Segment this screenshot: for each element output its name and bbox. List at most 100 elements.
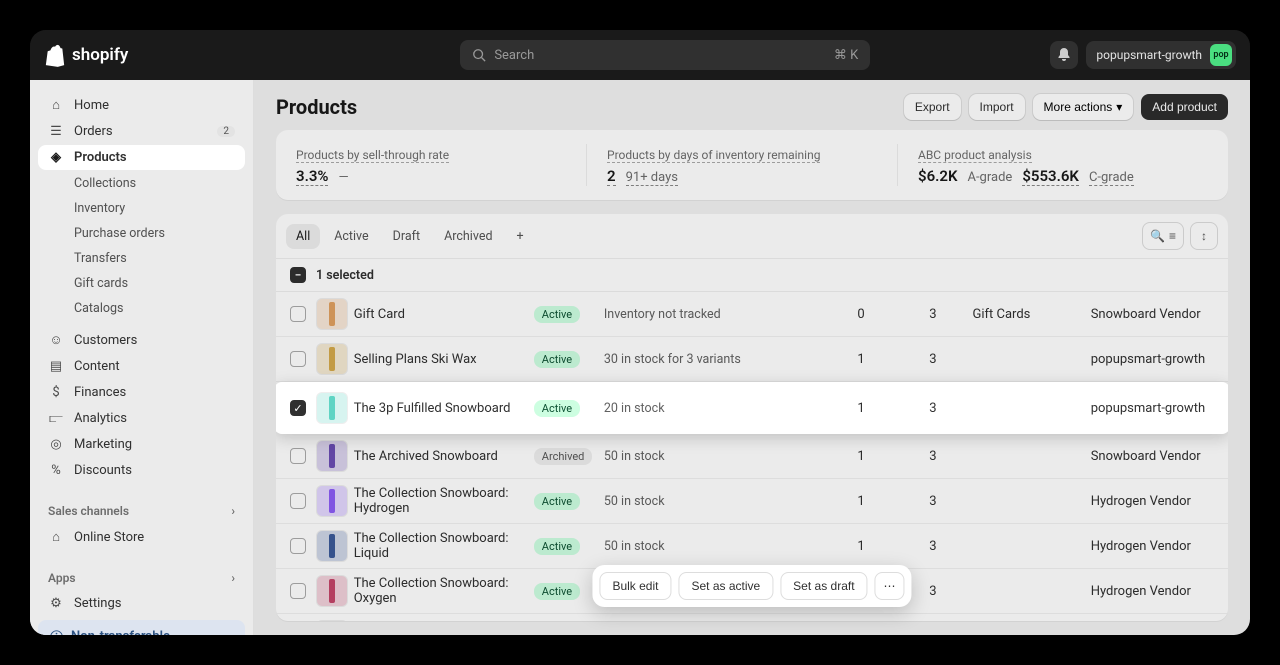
home-icon: ⌂ xyxy=(48,97,64,113)
product-thumb xyxy=(316,298,348,330)
section-label: Sales channels xyxy=(48,504,129,518)
status-badge: Active xyxy=(534,538,580,555)
export-button[interactable]: Export xyxy=(904,94,961,120)
nontransferable-banner[interactable]: ⓘNon-transferable xyxy=(38,620,245,635)
store-icon: ⌂ xyxy=(48,529,64,545)
sidebar-item-customers[interactable]: ☺Customers xyxy=(38,327,245,353)
metric-label: Products by days of inventory remaining xyxy=(607,148,820,163)
search-bar[interactable]: Search ⌘ K xyxy=(460,40,870,70)
col-vendor: Hydrogen Vendor xyxy=(1061,584,1214,599)
sidebar-item-products[interactable]: ◈ Products xyxy=(38,145,245,170)
set-active-button[interactable]: Set as active xyxy=(678,572,773,600)
metric-label: Products by sell-through rate xyxy=(296,148,449,163)
notifications-button[interactable] xyxy=(1050,41,1078,69)
col-vendor: popupsmart-growth xyxy=(1061,401,1214,416)
col-count: 3 xyxy=(871,401,937,416)
product-thumb xyxy=(316,530,348,562)
sidebar-item-discounts[interactable]: %Discounts xyxy=(38,458,245,483)
chevron-right-icon: › xyxy=(231,504,235,518)
sidebar-sub-transfers[interactable]: Transfers xyxy=(38,246,245,271)
tab-all[interactable]: All xyxy=(286,224,320,249)
sidebar-sub-inventory[interactable]: Inventory xyxy=(38,196,245,221)
filter-icon: ≡ xyxy=(1169,229,1176,243)
marketing-icon: ◎ xyxy=(48,437,64,452)
col-vendor: Snowboard Vendor xyxy=(1061,307,1214,322)
table-row[interactable]: Selling Plans Ski Wax Active 30 in stock… xyxy=(276,337,1228,382)
sidebar-item-finances[interactable]: $Finances xyxy=(38,380,245,405)
more-actions-button[interactable]: More actions▾ xyxy=(1033,94,1134,120)
chevron-right-icon: › xyxy=(231,571,235,585)
content-icon: ▤ xyxy=(48,359,64,374)
bulk-more-button[interactable]: ⋯ xyxy=(875,572,905,600)
sidebar-section-sales[interactable]: Sales channels › xyxy=(38,498,245,524)
search-icon: 🔍 xyxy=(1150,229,1165,243)
product-name: The 3p Fulfilled Snowboard xyxy=(354,401,528,416)
tab-draft[interactable]: Draft xyxy=(383,224,430,249)
tab-add[interactable]: + xyxy=(507,224,531,249)
add-product-button[interactable]: Add product xyxy=(1141,94,1228,120)
sidebar-item-orders[interactable]: ☰ Orders 2 xyxy=(38,119,245,144)
sidebar-sub-catalogs[interactable]: Catalogs xyxy=(38,296,245,321)
col-vendor: Hydrogen Vendor xyxy=(1061,539,1214,554)
inventory-text: Inventory not tracked xyxy=(604,307,793,322)
products-table: All Active Draft Archived + 🔍≡ ↕ − 1 sel… xyxy=(276,214,1228,621)
sidebar-label: Finances xyxy=(74,385,126,400)
table-row[interactable]: Gift Card Active Inventory not tracked 0… xyxy=(276,292,1228,337)
product-name: The Collection Snowboard: Oxygen xyxy=(354,576,528,606)
col-variants: 1 xyxy=(799,352,865,367)
table-row[interactable]: The Collection Snowboard: Hydrogen Activ… xyxy=(276,479,1228,524)
more-label: More actions xyxy=(1044,100,1113,114)
metric-sub: 91+ days xyxy=(626,170,678,186)
row-checkbox[interactable] xyxy=(290,306,306,322)
sidebar-sub-purchase[interactable]: Purchase orders xyxy=(38,221,245,246)
bulk-edit-button[interactable]: Bulk edit xyxy=(599,572,671,600)
metric-inventory-days[interactable]: Products by days of inventory remaining … xyxy=(587,144,898,186)
row-checkbox[interactable]: ✓ xyxy=(290,400,306,416)
sidebar-item-content[interactable]: ▤Content xyxy=(38,354,245,379)
product-name: The Archived Snowboard xyxy=(354,449,528,464)
sidebar-sub-giftcards[interactable]: Gift cards xyxy=(38,271,245,296)
sidebar-section-apps[interactable]: Apps› xyxy=(38,565,245,591)
sidebar-item-home[interactable]: ⌂ Home xyxy=(38,92,245,118)
sidebar-item-analytics[interactable]: ⫍Analytics xyxy=(38,406,245,431)
import-button[interactable]: Import xyxy=(969,94,1025,120)
col-count: 3 xyxy=(871,307,937,322)
table-row[interactable]: The Collection Snowboard: Liquid Active … xyxy=(276,524,1228,569)
row-checkbox[interactable] xyxy=(290,351,306,367)
selection-row: − 1 selected xyxy=(276,259,1228,292)
tabs-row: All Active Draft Archived + 🔍≡ ↕ xyxy=(276,214,1228,259)
orders-icon: ☰ xyxy=(48,124,64,139)
col-count: 3 xyxy=(871,494,937,509)
table-row[interactable]: The Archived Snowboard Archived 50 in st… xyxy=(276,434,1228,479)
sidebar-label: Products xyxy=(74,150,127,165)
status-badge: Active xyxy=(534,583,580,600)
row-checkbox[interactable] xyxy=(290,538,306,554)
metric-abc[interactable]: ABC product analysis $6.2KA-grade $553.6… xyxy=(898,144,1208,186)
logo[interactable]: shopify xyxy=(44,43,128,67)
info-icon: ⓘ xyxy=(50,627,63,635)
sidebar-sub-collections[interactable]: Collections xyxy=(38,171,245,196)
row-checkbox[interactable] xyxy=(290,448,306,464)
table-row[interactable]: The Compare at Price Snowboard Active 10… xyxy=(276,614,1228,621)
inventory-text: 50 in stock xyxy=(604,539,793,554)
sidebar-label: Online Store xyxy=(74,530,144,545)
sort-button[interactable]: ↕ xyxy=(1190,222,1218,250)
status-badge: Active xyxy=(534,493,580,510)
status-badge: Active xyxy=(534,306,580,323)
sidebar-item-marketing[interactable]: ◎ Marketing xyxy=(38,432,245,457)
inventory-text: 20 in stock xyxy=(604,401,793,416)
table-row[interactable]: ✓ The 3p Fulfilled Snowboard Active 20 i… xyxy=(276,382,1228,434)
search-filter-button[interactable]: 🔍≡ xyxy=(1142,222,1184,250)
sidebar-label: Marketing xyxy=(74,437,132,452)
store-chip[interactable]: popupsmart-growth pop xyxy=(1086,41,1236,69)
sidebar-item-settings[interactable]: ⚙Settings xyxy=(38,591,245,616)
row-checkbox[interactable] xyxy=(290,493,306,509)
tab-active[interactable]: Active xyxy=(324,224,378,249)
metric-sellthrough[interactable]: Products by sell-through rate 3.3%— xyxy=(296,144,587,186)
tab-archived[interactable]: Archived xyxy=(434,224,502,249)
select-all-checkbox[interactable]: − xyxy=(290,267,306,283)
col-vendor: popupsmart-growth xyxy=(1061,352,1214,367)
sidebar-item-onlinestore[interactable]: ⌂ Online Store xyxy=(38,524,245,550)
row-checkbox[interactable] xyxy=(290,583,306,599)
set-draft-button[interactable]: Set as draft xyxy=(780,572,867,600)
